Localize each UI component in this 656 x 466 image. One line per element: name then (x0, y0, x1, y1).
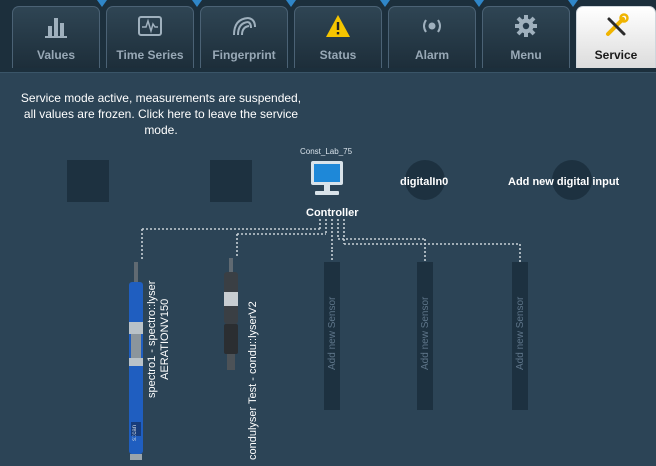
sensor-label[interactable]: condulyser Test - condu::lyserV2 (247, 301, 260, 460)
add-sensor-label: Add new Sensor (420, 296, 431, 370)
add-sensor-slot[interactable]: Add new Sensor (417, 262, 433, 410)
sensor-type: AERATIONV150 (159, 298, 171, 380)
sensor-name: spectro1 - spectro::lyser (146, 280, 158, 398)
sensor-label[interactable]: spectro1 - spectro::lyser AERATIONV150 (146, 281, 172, 398)
add-sensor-label: Add new Sensor (515, 296, 526, 370)
condulyser-probe-icon[interactable] (220, 258, 242, 381)
add-sensor-slot[interactable]: Add new Sensor (324, 262, 340, 410)
probe-brand: s::can (132, 424, 138, 441)
add-sensor-slot[interactable]: Add new Sensor (512, 262, 528, 410)
add-sensor-label: Add new Sensor (327, 296, 338, 370)
